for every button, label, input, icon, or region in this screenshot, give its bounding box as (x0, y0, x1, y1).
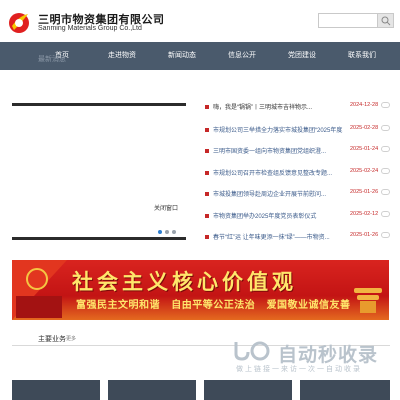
news-date: 2025-02-24 (350, 168, 379, 174)
news-item[interactable]: 春节“红”运 让年味更添一抹“绿”——市物资... 2025-01-26 (200, 232, 395, 244)
news-date: 2025-01-26 (350, 232, 379, 238)
more-icon[interactable] (381, 125, 390, 131)
nav-item-news[interactable]: 新闻动态 (156, 42, 208, 70)
section-more-link[interactable]: 更多 (66, 335, 76, 342)
slogan-part: 自由平等公正法治 (171, 300, 256, 311)
banner-subslogan: 富强民主文明和谐 自由平等公正法治 爱国敬业诚信友善 (76, 296, 359, 311)
business-card[interactable] (300, 380, 390, 400)
bullet-icon (205, 192, 209, 196)
news-item[interactable]: 市规划公司三举措全力落实市城投集团“2025年度... 2025-02-28 (200, 125, 395, 137)
slogan-part: 爱国敬业诚信友善 (266, 300, 351, 311)
image-slider[interactable]: 关闭窗口 (12, 103, 186, 240)
emblem-icon (26, 268, 48, 290)
news-title[interactable]: 市规划公司召开市检查组反馈意见整改专题... (213, 168, 343, 177)
news-title[interactable]: 嗨，我是“锅锅”丨三明城市吉祥物示... (213, 102, 343, 111)
bullet-icon (205, 171, 209, 175)
news-title[interactable]: 市物资集团举办2025年度党员表彰仪式 (213, 211, 343, 220)
news-date: 2025-02-12 (350, 211, 379, 217)
watermark-subtext: 做上链接一来访一次一自动收录 (236, 366, 362, 373)
watermark: 自动秒收录 做上链接一来访一次一自动收录 (232, 338, 392, 378)
bullet-icon (205, 214, 209, 218)
slider-dot[interactable] (165, 230, 169, 234)
news-title[interactable]: 三明市国资委一组向市物资集团党组织澄... (213, 146, 343, 155)
site-header: 三明市物资集团有限公司 Sanming Materials Group Co.,… (0, 0, 400, 42)
nav-item-disclosure[interactable]: 信息公开 (216, 42, 268, 70)
news-item[interactable]: 市城投集团领导赴周边企业开展节前慰问... 2025-01-26 (200, 189, 395, 201)
slider-dots (158, 230, 176, 234)
slider-top-bar (12, 103, 186, 106)
search-icon (381, 16, 391, 26)
slider-dot[interactable] (172, 230, 176, 234)
bullet-icon (205, 128, 209, 132)
banner-slogan: 社会主义核心价值观 (72, 269, 297, 294)
company-logo[interactable] (8, 8, 32, 36)
more-icon[interactable] (381, 232, 390, 238)
more-icon[interactable] (381, 102, 390, 108)
news-item[interactable]: 三明市国资委一组向市物资集团党组织澄... 2025-01-24 (200, 146, 395, 158)
more-icon[interactable] (381, 211, 390, 217)
temple-graphic (352, 284, 384, 314)
more-icon[interactable] (381, 168, 390, 174)
business-card[interactable] (108, 380, 196, 400)
news-title[interactable]: 市城投集团领导赴周边企业开展节前慰问... (213, 189, 343, 198)
nav-item-about[interactable]: 走进物资 (96, 42, 148, 70)
bullet-icon (205, 235, 209, 239)
slider-bottom-bar (12, 237, 186, 240)
brand-name-en: Sanming Materials Group Co.,Ltd (38, 25, 142, 32)
news-item[interactable]: 市规划公司召开市检查组反馈意见整改专题... 2025-02-24 (200, 168, 395, 180)
watermark-text: 自动秒收录 (278, 345, 379, 366)
news-title[interactable]: 市规划公司三举措全力落实市城投集团“2025年度... (213, 125, 343, 134)
more-icon[interactable] (381, 146, 390, 152)
news-title[interactable]: 春节“红”运 让年味更添一抹“绿”——市物资... (213, 232, 343, 241)
core-values-banner[interactable]: 社会主义核心价值观 富强民主文明和谐 自由平等公正法治 爱国敬业诚信友善 (12, 260, 389, 320)
news-item[interactable]: 市物资集团举办2025年度党员表彰仪式 2025-02-12 (200, 211, 395, 223)
news-date: 2025-01-26 (350, 189, 379, 195)
watermark-logo-icon (234, 341, 270, 361)
business-card[interactable] (204, 380, 292, 400)
section-title-business: 主要业务 (38, 336, 66, 343)
close-window-link[interactable]: 关闭窗口 (154, 203, 178, 212)
news-date: 2025-01-24 (350, 146, 379, 152)
search-button[interactable] (378, 13, 394, 28)
bullet-icon (205, 149, 209, 153)
search-input[interactable] (318, 13, 378, 28)
news-item[interactable]: 嗨，我是“锅锅”丨三明城市吉祥物示... 2024-12-28 (200, 102, 395, 114)
nav-item-contact[interactable]: 联系我们 (336, 42, 388, 70)
bullet-icon (205, 105, 209, 109)
breadcrumb: 最新消息 (38, 56, 66, 63)
business-card[interactable] (12, 380, 100, 400)
news-date: 2024-12-28 (350, 102, 379, 108)
slogan-part: 富强民主文明和谐 (76, 300, 160, 311)
more-icon[interactable] (381, 189, 390, 195)
slider-dot[interactable] (158, 230, 162, 234)
nav-item-party[interactable]: 党团建设 (276, 42, 328, 70)
news-date: 2025-02-28 (350, 125, 379, 131)
tiananmen-graphic (16, 296, 62, 318)
